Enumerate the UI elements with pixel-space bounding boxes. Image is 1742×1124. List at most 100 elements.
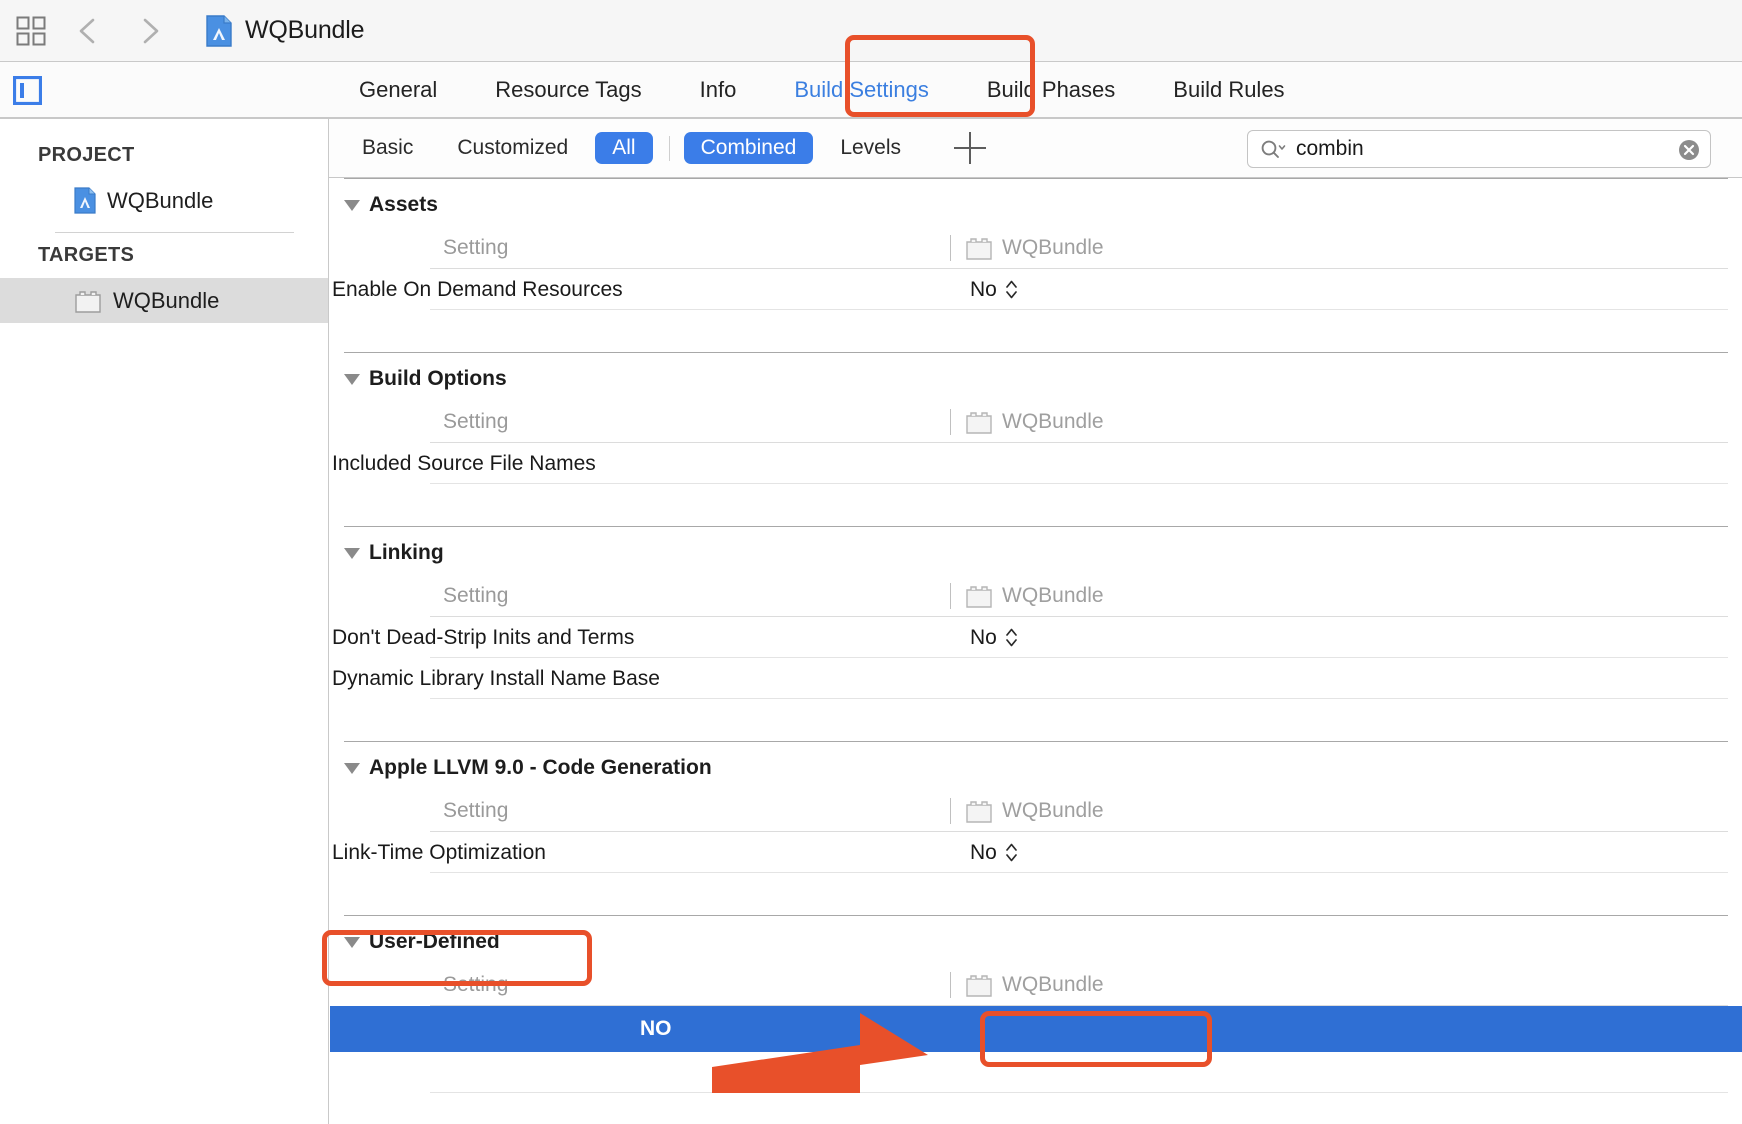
section-header-user-defined[interactable]: User-Defined: [330, 916, 1742, 964]
triangle-down-icon[interactable]: [344, 762, 360, 774]
tab-build-rules[interactable]: Build Rules: [1144, 62, 1313, 118]
column-header-row: Setting WQBundle: [330, 790, 1742, 832]
section-header-assets[interactable]: Assets: [330, 179, 1742, 227]
setting-name: Dynamic Library Install Name Base: [332, 666, 660, 690]
setting-value[interactable]: No: [970, 626, 1018, 650]
table-row[interactable]: Don't Dead-Strip Inits and Terms No: [330, 617, 1742, 658]
setting-value[interactable]: No: [970, 278, 1018, 302]
column-header-row: Setting WQBundle: [330, 227, 1742, 269]
stepper-icon: [1006, 843, 1017, 862]
grid-icon[interactable]: [0, 16, 46, 46]
sidebar-group-project: PROJECT: [38, 144, 135, 166]
tab-build-settings[interactable]: Build Settings: [765, 62, 958, 118]
sidebar-item-label: WQBundle: [113, 287, 220, 313]
column-header-target-label: WQBundle: [1002, 584, 1104, 607]
column-separator: [950, 409, 951, 435]
bundle-icon: [966, 412, 992, 434]
section-title-label: Build Options: [369, 367, 507, 390]
column-header-target-label: WQBundle: [1002, 973, 1104, 996]
section-build-options: Build Options Setting WQBundle Included …: [330, 352, 1742, 526]
filter-all[interactable]: All: [595, 132, 653, 164]
tab-build-phases[interactable]: Build Phases: [958, 62, 1144, 118]
search-input-value[interactable]: combin: [1296, 137, 1364, 161]
triangle-down-icon[interactable]: [344, 373, 360, 385]
section-title-label: Assets: [369, 193, 438, 216]
triangle-down-icon[interactable]: [344, 547, 360, 559]
clear-circle-icon[interactable]: [1678, 139, 1700, 161]
window-title: WQBundle: [245, 16, 365, 44]
column-separator: [950, 235, 951, 261]
section-title-label: Linking: [369, 541, 444, 564]
section-header-linking[interactable]: Linking: [330, 527, 1742, 575]
chevron-left-icon[interactable]: [46, 14, 106, 48]
table-row[interactable]: Included Source File Names: [330, 443, 1742, 484]
setting-name: Enable On Demand Resources: [332, 277, 623, 301]
column-header-setting: Setting: [443, 236, 509, 259]
build-settings-table[interactable]: Assets Setting WQBundle Enable On Demand…: [330, 178, 1742, 1124]
column-header-target-label: WQBundle: [1002, 799, 1104, 822]
search-icon[interactable]: [1248, 138, 1286, 160]
setting-value-text: No: [970, 277, 997, 301]
triangle-down-icon[interactable]: [344, 199, 360, 211]
filter-levels[interactable]: Levels: [823, 132, 918, 164]
stepper-icon: [1006, 280, 1017, 299]
setting-name: Don't Dead-Strip Inits and Terms: [332, 625, 635, 649]
combine-hidpi-images-value[interactable]: NO: [640, 1017, 672, 1041]
column-header-row: Setting WQBundle: [330, 575, 1742, 617]
bundle-icon: [74, 289, 102, 313]
column-header-target-label: WQBundle: [1002, 410, 1104, 433]
setting-value-text: No: [970, 840, 997, 864]
sidebar-toggle-icon[interactable]: [12, 75, 43, 106]
chevron-right-icon[interactable]: [106, 14, 166, 48]
bundle-icon: [966, 586, 992, 608]
column-header-setting: Setting: [443, 584, 509, 607]
column-header-target: WQBundle: [965, 410, 1104, 434]
column-header-target: WQBundle: [965, 236, 1104, 260]
table-row-combine-hidpi-images[interactable]: COMBINE_HIDPI_IMAGES NO: [330, 1006, 1742, 1052]
xcode-project-icon: [74, 187, 96, 214]
tab-list: General Resource Tags Info Build Setting…: [330, 62, 1314, 118]
column-header-target: WQBundle: [965, 973, 1104, 997]
section-linking: Linking Setting WQBundle Don't Dead-Stri…: [330, 526, 1742, 741]
section-user-defined: User-Defined Setting WQBundle COMBINE_HI: [330, 915, 1742, 1093]
bundle-icon: [966, 801, 992, 823]
row-underline: [430, 872, 1728, 873]
filter-customized[interactable]: Customized: [440, 132, 585, 164]
bundle-icon: [966, 238, 992, 260]
section-title-label: User-Defined: [369, 930, 500, 953]
filter-basic[interactable]: Basic: [345, 132, 430, 164]
table-row[interactable]: Enable On Demand Resources No: [330, 269, 1742, 310]
row-underline: [430, 1092, 1728, 1093]
sidebar-item-project-wqbundle[interactable]: WQBundle: [0, 178, 328, 223]
column-header-target: WQBundle: [965, 584, 1104, 608]
table-row[interactable]: Link-Time Optimization No: [330, 832, 1742, 873]
section-header-apple-llvm[interactable]: Apple LLVM 9.0 - Code Generation: [330, 742, 1742, 790]
column-header-setting: Setting: [443, 799, 509, 822]
column-header-setting: Setting: [443, 973, 509, 996]
column-header-target: WQBundle: [965, 799, 1104, 823]
bundle-icon: [966, 975, 992, 997]
triangle-down-icon[interactable]: [344, 936, 360, 948]
table-row-empty: [330, 1052, 1742, 1093]
section-header-build-options[interactable]: Build Options: [330, 353, 1742, 401]
section-assets: Assets Setting WQBundle Enable On Demand…: [330, 178, 1742, 352]
window-toolbar: WQBundle: [0, 0, 1742, 62]
setting-name: Included Source File Names: [332, 451, 596, 475]
column-separator: [950, 972, 951, 998]
filter-segment-group: Basic Customized All Combined Levels: [345, 119, 987, 177]
section-apple-llvm-code-generation: Apple LLVM 9.0 - Code Generation Setting…: [330, 741, 1742, 915]
table-row[interactable]: Dynamic Library Install Name Base: [330, 658, 1742, 699]
setting-value[interactable]: No: [970, 841, 1018, 865]
tab-resource-tags[interactable]: Resource Tags: [466, 62, 670, 118]
plus-icon[interactable]: [954, 132, 987, 164]
filter-combined[interactable]: Combined: [683, 132, 814, 164]
search-input[interactable]: combin: [1247, 130, 1711, 168]
setting-name: Link-Time Optimization: [332, 840, 546, 864]
tab-info[interactable]: Info: [671, 62, 766, 118]
sidebar-item-target-wqbundle[interactable]: WQBundle: [0, 278, 328, 323]
column-header-target-label: WQBundle: [1002, 236, 1104, 259]
tab-general[interactable]: General: [330, 62, 466, 118]
